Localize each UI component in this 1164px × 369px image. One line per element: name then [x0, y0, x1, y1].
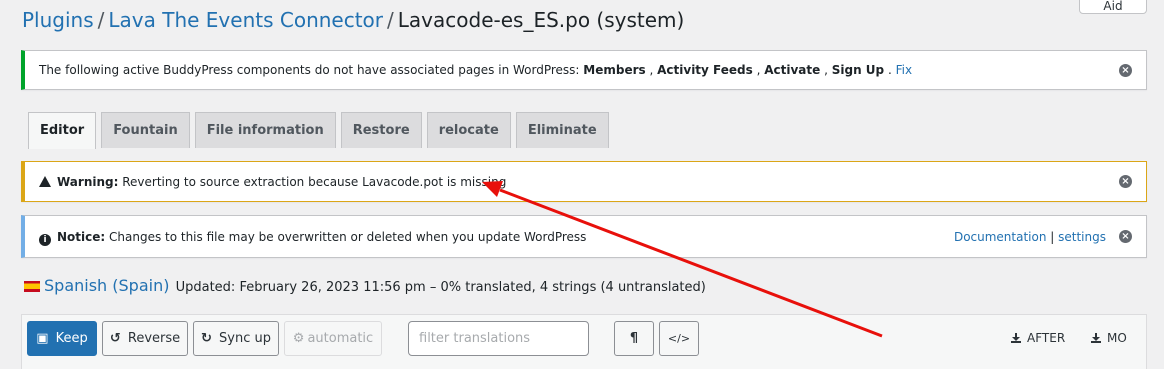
breadcrumb: Plugins / Lava The Events Connector / Lavaco…	[22, 6, 684, 34]
download-icon	[1011, 333, 1021, 343]
download-after-label: AFTER	[1027, 331, 1066, 345]
keep-label: Keep	[55, 331, 88, 346]
dismiss-icon[interactable]: ×	[1119, 64, 1132, 77]
robot-icon: ⚙	[292, 331, 305, 346]
tab-eliminate[interactable]: Eliminate	[515, 112, 609, 148]
automatic-button[interactable]: ⚙ automatic	[284, 321, 382, 356]
language-status: Updated: February 26, 2023 11:56 pm – 0%…	[175, 280, 706, 295]
revert-icon: ↺	[109, 331, 121, 346]
link-separator: |	[1046, 230, 1059, 244]
language-header: Spanish (Spain) Updated: February 26, 20…	[24, 276, 706, 298]
editor-tabs: Editor Fountain File information Restore…	[28, 112, 609, 149]
separator: ,	[820, 63, 832, 77]
separator: ,	[752, 63, 765, 77]
notice-label: Notice:	[57, 230, 106, 244]
fix-link[interactable]: Fix	[896, 63, 912, 77]
breadcrumb-plugins-link[interactable]: Plugins	[22, 8, 94, 32]
tab-fountain[interactable]: Fountain	[101, 112, 190, 148]
warning-icon	[39, 176, 51, 187]
download-mo-label: MO	[1107, 331, 1127, 345]
warning-notice-text: Warning: Reverting to source extraction …	[39, 175, 506, 189]
component-activate: Activate	[764, 63, 821, 77]
breadcrumb-separator: /	[97, 8, 105, 32]
dismiss-icon[interactable]: ×	[1119, 230, 1132, 243]
sync-label: Sync up	[219, 331, 271, 346]
tab-relocate[interactable]: relocate	[426, 112, 511, 148]
warning-message: Reverting to source extraction because L…	[118, 175, 507, 189]
reverse-label: Reverse	[127, 331, 181, 346]
editor-toolbar: ▣ Keep ↺ Reverse ↻ Sync up ⚙automatic ¶ …	[21, 314, 1147, 369]
info-icon: i	[39, 234, 51, 246]
language-name-link[interactable]: Spanish (Spain)	[44, 276, 169, 295]
warning-label: Warning:	[57, 175, 119, 189]
warning-notice: Warning: Reverting to source extraction …	[21, 161, 1147, 202]
page-title: Lavacode-es_ES.po (system)	[397, 8, 685, 32]
notice-links: Documentation | settings	[954, 230, 1106, 244]
dismiss-icon[interactable]: ×	[1119, 175, 1132, 188]
tab-restore[interactable]: Restore	[340, 112, 422, 148]
sync-button[interactable]: ↻ Sync up	[193, 321, 279, 356]
filter-translations-input[interactable]	[408, 321, 589, 356]
component-members: Members	[583, 63, 646, 77]
component-activity-feeds: Activity Feeds	[657, 63, 753, 77]
documentation-link[interactable]: Documentation	[954, 230, 1047, 244]
info-notice-text: i Notice: Changes to this file may be ove…	[39, 230, 587, 246]
download-icon	[1091, 333, 1101, 343]
info-notice: i Notice: Changes to this file may be ove…	[21, 215, 1147, 258]
notice-text: The following active BuddyPress componen…	[39, 63, 584, 77]
keep-button[interactable]: ▣ Keep	[27, 321, 97, 356]
notice-message: Changes to this file may be overwritten …	[105, 230, 587, 244]
separator: ,	[645, 63, 658, 77]
tab-file-information[interactable]: File information	[194, 112, 336, 148]
settings-link[interactable]: settings	[1058, 230, 1106, 244]
breadcrumb-plugin-link[interactable]: Lava The Events Connector	[108, 8, 383, 32]
component-sign-up: Sign Up	[831, 63, 885, 77]
save-icon: ▣	[36, 331, 49, 346]
download-mo-button[interactable]: MO	[1091, 331, 1127, 345]
spain-flag-icon	[24, 281, 40, 292]
separator: .	[884, 63, 896, 77]
help-button[interactable]: Aid	[1079, 0, 1147, 14]
reverse-button[interactable]: ↺ Reverse	[102, 321, 188, 356]
pilcrow-button[interactable]: ¶	[614, 321, 654, 356]
breadcrumb-separator: /	[387, 8, 394, 32]
buddypress-notice-text: The following active BuddyPress componen…	[39, 63, 912, 77]
tab-editor[interactable]: Editor	[28, 112, 97, 149]
sync-icon: ↻	[200, 331, 212, 346]
buddypress-notice: The following active BuddyPress componen…	[21, 50, 1147, 90]
download-after-button[interactable]: AFTER	[1011, 331, 1065, 345]
automatic-label: automatic	[307, 331, 374, 346]
code-view-button[interactable]: </>	[659, 321, 699, 356]
